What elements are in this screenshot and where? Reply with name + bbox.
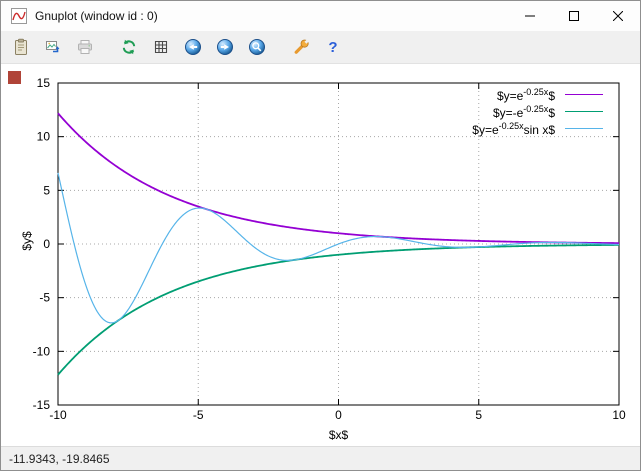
x-axis-label: $x$ — [328, 428, 349, 442]
legend-entry: $y=e-0.25xsin x$ — [472, 120, 603, 137]
y-tick-label: 10 — [37, 130, 51, 144]
y-tick-label: -15 — [33, 398, 51, 412]
x-tick-label: 5 — [475, 408, 482, 422]
grid-icon — [154, 40, 168, 54]
autoscale-button[interactable] — [243, 34, 271, 60]
legend-label: $y=e-0.25xsin x$ — [472, 120, 555, 137]
y-tick-label: -5 — [39, 291, 50, 305]
help-button[interactable]: ? — [319, 34, 347, 60]
configure-button[interactable] — [287, 34, 315, 60]
y-tick-label: 5 — [43, 183, 50, 197]
window-title: Gnuplot (window id : 0) — [35, 9, 158, 23]
legend-label: $y=-e-0.25x$ — [492, 103, 555, 120]
x-tick-label: -5 — [193, 408, 204, 422]
clipboard-icon — [15, 38, 27, 55]
zoom-next-button[interactable] — [211, 34, 239, 60]
replot-button[interactable] — [115, 34, 143, 60]
help-icon: ? — [328, 38, 338, 56]
toggle-grid-button[interactable] — [147, 34, 175, 60]
title-bar[interactable]: Gnuplot (window id : 0) — [1, 1, 640, 31]
cursor-coordinates: -11.9343, -19.8465 — [9, 451, 110, 466]
wrench-icon — [294, 39, 309, 54]
refresh-icon — [122, 39, 136, 55]
y-axis-label: $y$ — [20, 231, 34, 251]
x-tick-label: 0 — [335, 408, 342, 422]
copy-to-clipboard-button[interactable] — [7, 34, 35, 60]
plot-canvas[interactable]: -10 -5 0 5 10 -15 -10 -5 0 5 10 15 $y=e-0.25x$ $y=-… — [1, 64, 640, 446]
legend-line-sample — [565, 111, 603, 112]
close-icon — [613, 11, 623, 21]
minimize-button[interactable] — [508, 1, 552, 31]
legend-entry: $y=-e-0.25x$ — [472, 103, 603, 120]
window-controls — [508, 1, 640, 31]
y-tick-label: 15 — [37, 76, 51, 90]
autoscale-icon — [249, 39, 265, 55]
print-button[interactable] — [71, 34, 99, 60]
maximize-button[interactable] — [552, 1, 596, 31]
y-tick-label: 0 — [43, 237, 50, 251]
maximize-icon — [569, 11, 579, 21]
gnuplot-window: Gnuplot (window id : 0) ? -10 -5 0 5 10 … — [0, 0, 641, 471]
canvas-red-marker — [8, 71, 21, 84]
x-tick-label: 10 — [612, 408, 626, 422]
zoom-next-icon — [217, 39, 233, 55]
export-image-icon — [46, 41, 60, 53]
legend: $y=e-0.25x$ $y=-e-0.25x$ $y=e-0.25xsin x… — [472, 86, 603, 137]
legend-label: $y=e-0.25x$ — [496, 86, 555, 103]
x-tick-label: -10 — [49, 408, 67, 422]
printer-icon — [78, 40, 92, 54]
minimize-icon — [525, 15, 535, 17]
status-bar: -11.9343, -19.8465 — [1, 446, 640, 470]
gnuplot-logo-icon — [11, 8, 27, 24]
legend-line-sample — [565, 128, 603, 129]
zoom-previous-icon — [185, 39, 201, 55]
y-tick-label: -10 — [33, 344, 51, 358]
legend-line-sample — [565, 94, 603, 95]
legend-entry: $y=e-0.25x$ — [472, 86, 603, 103]
close-button[interactable] — [596, 1, 640, 31]
toolbar: ? — [1, 31, 640, 64]
zoom-previous-button[interactable] — [179, 34, 207, 60]
save-image-button[interactable] — [39, 34, 67, 60]
